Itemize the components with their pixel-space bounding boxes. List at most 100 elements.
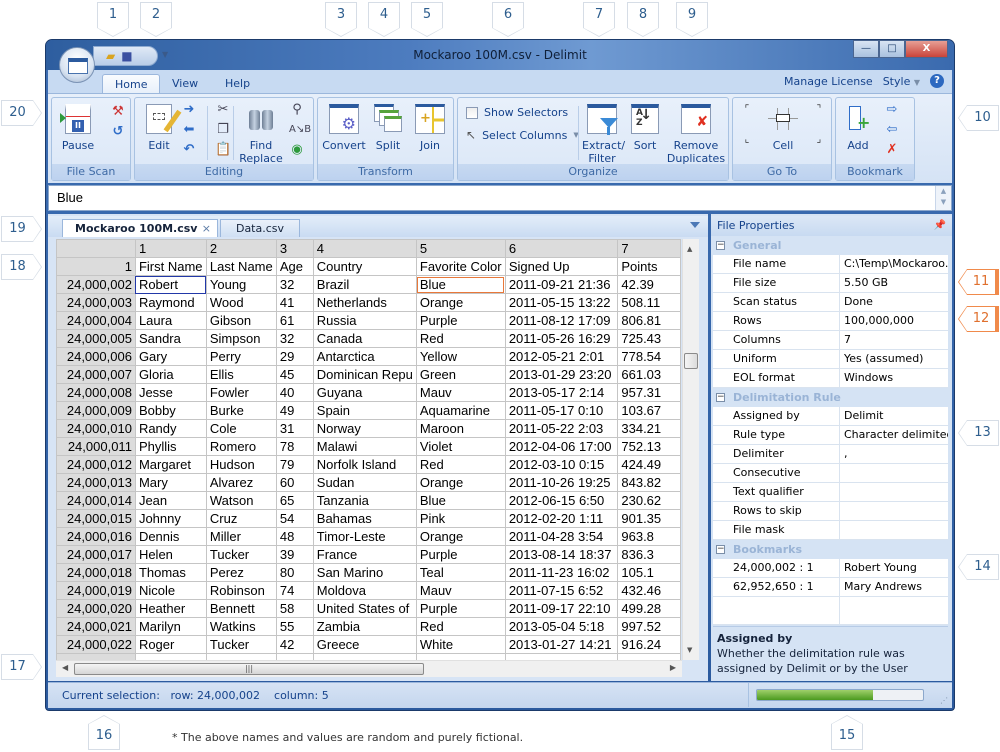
column-number-header[interactable]: 5 — [415, 239, 506, 258]
property-value[interactable]: C:\Temp\Mockaroo... — [840, 255, 948, 273]
property-value[interactable]: Character delimited — [840, 426, 948, 444]
grid-cell[interactable]: Perez — [205, 563, 277, 582]
header-cell[interactable]: Last Name — [205, 257, 277, 276]
collapse-icon[interactable]: − — [716, 545, 725, 554]
manage-license-link[interactable]: Manage License — [784, 75, 873, 88]
grid-cell[interactable]: Green — [415, 365, 506, 384]
cut-icon[interactable]: ✂ — [215, 102, 231, 118]
replace-icon[interactable]: A↘B — [289, 122, 311, 138]
grid-cell[interactable]: Marilyn — [134, 617, 207, 636]
grid-cell[interactable]: Greece — [312, 635, 417, 654]
collapse-icon[interactable]: − — [716, 393, 725, 402]
tab-list-dropdown-icon[interactable] — [690, 222, 700, 228]
row-number[interactable]: 24,000,018 — [56, 563, 136, 582]
property-value[interactable]: , — [840, 445, 948, 463]
grid-cell[interactable]: 2011-10-26 19:25 — [504, 473, 619, 492]
edit-button[interactable]: Edit — [141, 104, 182, 152]
property-value[interactable] — [840, 521, 948, 539]
column-number-header[interactable]: 6 — [504, 239, 619, 258]
grid-cell[interactable]: Johnny — [134, 509, 207, 528]
maximize-button[interactable]: □ — [879, 40, 905, 58]
column-number-header[interactable]: 7 — [617, 239, 681, 258]
undo-icon[interactable]: ↶ — [181, 142, 197, 158]
row-number[interactable]: 1 — [56, 257, 136, 276]
column-number-header[interactable]: 3 — [275, 239, 314, 258]
row-number[interactable]: 24,000,009 — [56, 401, 136, 420]
grid-cell[interactable]: Malawi — [312, 437, 417, 456]
grid-cell[interactable]: Laura — [134, 311, 207, 330]
grid-cell[interactable]: France — [312, 545, 417, 564]
property-value[interactable]: 7 — [840, 331, 948, 349]
paste-icon[interactable]: 📋 — [215, 142, 231, 158]
property-value[interactable]: Delimit — [840, 407, 948, 425]
grid-cell[interactable]: Ellis — [205, 365, 277, 384]
grid-cell[interactable]: 49 — [275, 401, 314, 420]
grid-cell[interactable]: Tucker — [205, 545, 277, 564]
grid-cell[interactable]: Margaret — [134, 455, 207, 474]
sort-button[interactable]: A Z ↓ Sort — [628, 104, 662, 152]
row-number[interactable]: 24,000,015 — [56, 509, 136, 528]
header-cell[interactable]: Points — [617, 257, 681, 276]
add-bookmark-button[interactable]: + Add — [840, 104, 876, 152]
column-number-header[interactable]: 1 — [134, 239, 207, 258]
grid-cell[interactable]: Mauv — [415, 383, 506, 402]
vertical-scroll-thumb[interactable] — [684, 353, 698, 369]
property-row[interactable]: Scan status Done — [713, 293, 948, 312]
grid-cell[interactable]: Cole — [205, 419, 277, 438]
doc-tab-mockaroo[interactable]: Mockaroo 100M.csv × — [62, 219, 218, 237]
grid-cell[interactable]: Bennett — [205, 599, 277, 618]
grid-cell[interactable]: Romero — [205, 437, 277, 456]
header-cell[interactable]: First Name — [134, 257, 207, 276]
grid-cell[interactable]: Dominican Repu — [312, 365, 417, 384]
grid-cell[interactable]: 2013-05-17 2:14 — [504, 383, 619, 402]
grid-cell[interactable]: 60 — [275, 473, 314, 492]
property-value[interactable]: Mary Andrews — [840, 578, 948, 596]
goto-cell-button[interactable]: Cell — [763, 104, 803, 152]
grid-cell[interactable]: Robert — [134, 275, 207, 294]
grid-cell[interactable]: Sandra — [134, 329, 207, 348]
grid-cell[interactable]: 432.46 — [617, 581, 681, 600]
grid-cell[interactable]: 963.8 — [617, 527, 681, 546]
grid-cell[interactable]: Thomas — [134, 563, 207, 582]
grid-cell[interactable]: 78 — [275, 437, 314, 456]
grid-cell[interactable]: 901.35 — [617, 509, 681, 528]
row-number[interactable]: 24,000,012 — [56, 455, 136, 474]
row-number[interactable]: 24,000,019 — [56, 581, 136, 600]
grid-cell[interactable]: Nicole — [134, 581, 207, 600]
scroll-left-icon[interactable]: ◀ — [62, 663, 68, 672]
property-row[interactable]: Delimiter, — [713, 445, 948, 464]
grid-cell[interactable]: Watkins — [205, 617, 277, 636]
grid-cell[interactable]: 230.62 — [617, 491, 681, 510]
grid-cell[interactable]: Raymond — [134, 293, 207, 312]
property-category[interactable]: − Delimitation Rule — [713, 388, 948, 407]
grid-cell[interactable]: 957.31 — [617, 383, 681, 402]
replace-all-icon[interactable]: ◉ — [289, 142, 305, 158]
property-row[interactable]: Rows 100,000,000 — [713, 312, 948, 331]
header-cell[interactable]: Age — [275, 257, 314, 276]
grid-cell[interactable]: 334.21 — [617, 419, 681, 438]
grid-cell[interactable]: White — [415, 635, 506, 654]
corner-cell[interactable] — [56, 239, 136, 258]
grid-cell[interactable]: 31 — [275, 419, 314, 438]
tab-view[interactable]: View — [160, 74, 210, 94]
grid-cell[interactable]: 2011-09-21 21:36 — [504, 275, 619, 294]
property-row[interactable]: File mask — [713, 521, 948, 540]
style-menu[interactable]: Style ▼ — [883, 75, 920, 88]
join-button[interactable]: + Join — [410, 104, 450, 152]
property-row[interactable]: 24,000,002 : 1 Robert Young — [713, 559, 948, 578]
grid-cell[interactable]: 2012-04-06 17:00 — [504, 437, 619, 456]
data-grid[interactable]: 1 2 3 4 5 6 7 1 First Name Last Name Age Country Fav… — [56, 239, 681, 660]
grid-cell[interactable]: 725.43 — [617, 329, 681, 348]
grid-cell[interactable]: Tanzania — [312, 491, 417, 510]
grid-cell[interactable]: Tucker — [205, 635, 277, 654]
row-number[interactable]: 24,000,022 — [56, 635, 136, 654]
property-row[interactable]: File size 5.50 GB — [713, 274, 948, 293]
grid-cell[interactable]: 2011-07-15 6:52 — [504, 581, 619, 600]
grid-cell[interactable]: Blue — [415, 275, 506, 294]
grid-cell[interactable]: 916.24 — [617, 635, 681, 654]
grid-cell[interactable]: Orange — [415, 293, 506, 312]
grid-cell[interactable]: Red — [415, 329, 506, 348]
save-disk-icon[interactable]: ■ — [121, 49, 132, 63]
property-value[interactable] — [840, 483, 948, 501]
property-value[interactable]: Yes (assumed) — [840, 350, 948, 368]
